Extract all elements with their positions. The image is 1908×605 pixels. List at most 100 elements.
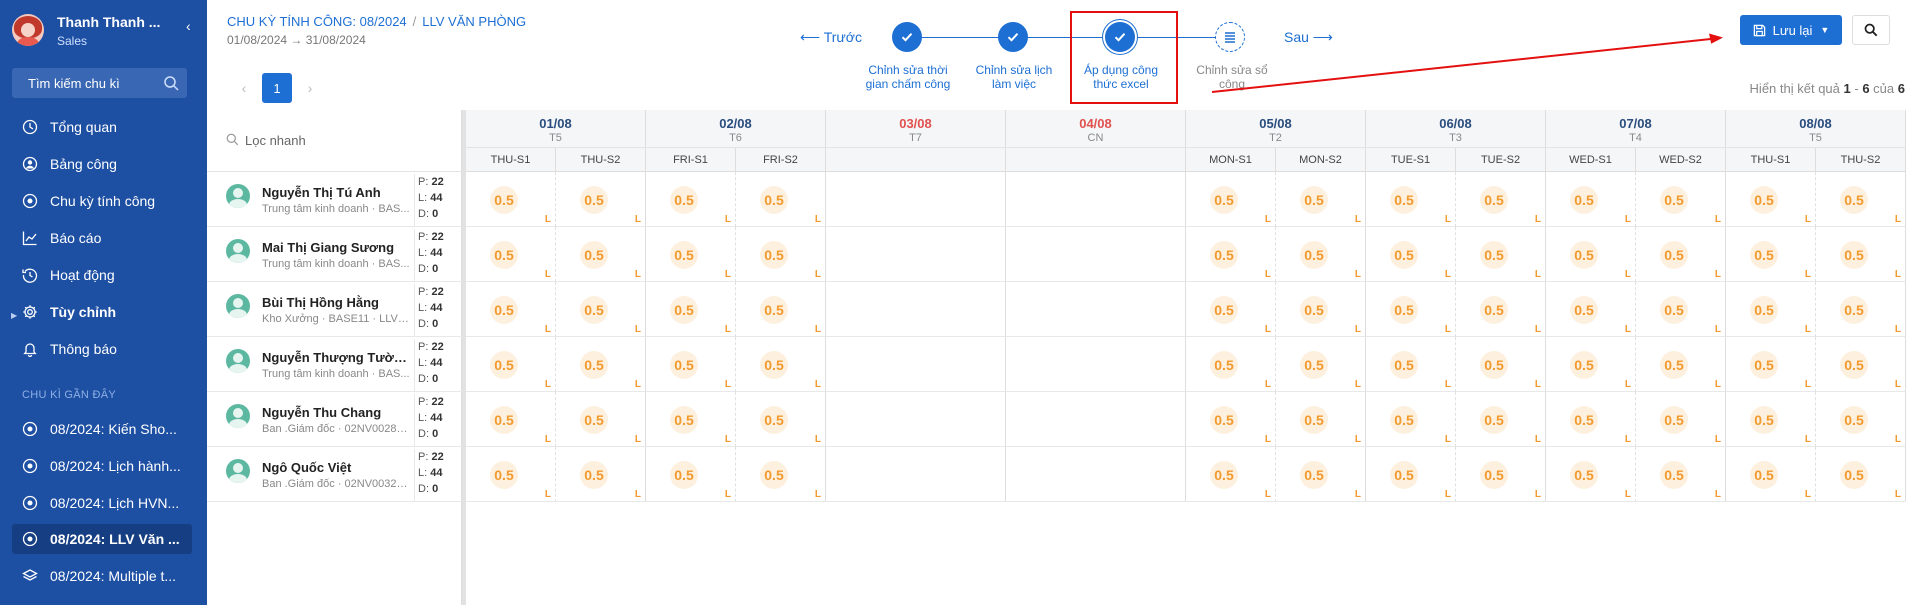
work-value[interactable]: 0.5 bbox=[1300, 296, 1328, 324]
shift-cell[interactable]: 0.5 L bbox=[736, 447, 826, 502]
work-value[interactable]: 0.5 bbox=[580, 406, 608, 434]
shift-cell[interactable]: 0.5 L bbox=[466, 447, 556, 502]
employee-name[interactable]: Ngô Quốc Việt bbox=[262, 460, 412, 475]
day-off-cell[interactable] bbox=[826, 282, 1006, 337]
employee-name[interactable]: Bùi Thị Hồng Hằng bbox=[262, 295, 412, 310]
recent-cycle-item-active[interactable]: 08/2024: LLV Văn ... bbox=[12, 524, 192, 554]
shift-cell[interactable]: 0.5 L bbox=[556, 392, 646, 447]
work-value[interactable]: 0.5 bbox=[1750, 296, 1778, 324]
work-value[interactable]: 0.5 bbox=[1570, 406, 1598, 434]
work-value[interactable]: 0.5 bbox=[490, 461, 518, 489]
work-value[interactable]: 0.5 bbox=[670, 351, 698, 379]
shift-cell[interactable]: 0.5 L bbox=[1366, 447, 1456, 502]
work-value[interactable]: 0.5 bbox=[760, 241, 788, 269]
shift-cell[interactable]: 0.5 L bbox=[646, 282, 736, 337]
day-off-cell[interactable] bbox=[1006, 337, 1186, 392]
shift-cell[interactable]: 0.5 L bbox=[466, 172, 556, 227]
shift-cell[interactable]: 0.5 L bbox=[556, 282, 646, 337]
shift-cell[interactable]: 0.5 L bbox=[1276, 282, 1366, 337]
work-value[interactable]: 0.5 bbox=[490, 241, 518, 269]
shift-cell[interactable]: 0.5 L bbox=[466, 337, 556, 392]
work-value[interactable]: 0.5 bbox=[1570, 296, 1598, 324]
work-value[interactable]: 0.5 bbox=[760, 296, 788, 324]
shift-cell[interactable]: 0.5 L bbox=[736, 282, 826, 337]
breadcrumb-cycle[interactable]: CHU KỲ TÍNH CÔNG: 08/2024 bbox=[227, 14, 407, 29]
work-value[interactable]: 0.5 bbox=[1750, 186, 1778, 214]
shift-cell[interactable]: 0.5 L bbox=[1366, 337, 1456, 392]
shift-cell[interactable]: 0.5 L bbox=[466, 282, 556, 337]
shift-cell[interactable]: 0.5 L bbox=[1546, 172, 1636, 227]
search-button[interactable] bbox=[1852, 15, 1890, 45]
work-value[interactable]: 0.5 bbox=[760, 186, 788, 214]
work-value[interactable]: 0.5 bbox=[1570, 351, 1598, 379]
work-value[interactable]: 0.5 bbox=[1750, 406, 1778, 434]
recent-cycle-item[interactable]: 08/2024: Lịch hành... bbox=[12, 451, 192, 481]
shift-cell[interactable]: 0.5 L bbox=[1816, 172, 1906, 227]
day-off-cell[interactable] bbox=[826, 172, 1006, 227]
shift-cell[interactable]: 0.5 L bbox=[1816, 227, 1906, 282]
shift-cell[interactable]: 0.5 L bbox=[1636, 337, 1726, 392]
shift-cell[interactable]: 0.5 L bbox=[646, 172, 736, 227]
shift-cell[interactable]: 0.5 L bbox=[1636, 282, 1726, 337]
day-off-cell[interactable] bbox=[1006, 282, 1186, 337]
work-value[interactable]: 0.5 bbox=[1210, 296, 1238, 324]
work-value[interactable]: 0.5 bbox=[580, 351, 608, 379]
work-value[interactable]: 0.5 bbox=[490, 186, 518, 214]
shift-cell[interactable]: 0.5 L bbox=[1366, 227, 1456, 282]
employee-row[interactable]: Nguyễn Thượng Tường ... Trung tâm kinh do… bbox=[207, 337, 462, 392]
search-icon[interactable] bbox=[163, 75, 179, 91]
nav-overview[interactable]: Tổng quan bbox=[12, 112, 192, 142]
shift-cell[interactable]: 0.5 L bbox=[1636, 447, 1726, 502]
shift-cell[interactable]: 0.5 L bbox=[646, 447, 736, 502]
work-value[interactable]: 0.5 bbox=[1480, 241, 1508, 269]
nav-reports[interactable]: Báo cáo bbox=[12, 223, 192, 253]
work-value[interactable]: 0.5 bbox=[1840, 351, 1868, 379]
shift-cell[interactable]: 0.5 L bbox=[646, 227, 736, 282]
nav-notifications[interactable]: Thông báo bbox=[12, 334, 192, 364]
shift-cell[interactable]: 0.5 L bbox=[1726, 172, 1816, 227]
shift-cell[interactable]: 0.5 L bbox=[646, 392, 736, 447]
shift-cell[interactable]: 0.5 L bbox=[1816, 282, 1906, 337]
work-value[interactable]: 0.5 bbox=[1570, 186, 1598, 214]
shift-cell[interactable]: 0.5 L bbox=[736, 392, 826, 447]
work-value[interactable]: 0.5 bbox=[1300, 461, 1328, 489]
shift-cell[interactable]: 0.5 L bbox=[466, 227, 556, 282]
employee-row[interactable]: Bùi Thị Hồng Hằng Kho Xưởng · BASE11 · LL… bbox=[207, 282, 462, 337]
work-value[interactable]: 0.5 bbox=[1300, 186, 1328, 214]
user-profile[interactable]: Thanh Thanh ... Sales bbox=[12, 12, 202, 52]
work-value[interactable]: 0.5 bbox=[1300, 241, 1328, 269]
shift-cell[interactable]: 0.5 L bbox=[1186, 282, 1276, 337]
day-off-cell[interactable] bbox=[826, 447, 1006, 502]
work-value[interactable]: 0.5 bbox=[1570, 461, 1598, 489]
work-value[interactable]: 0.5 bbox=[1210, 351, 1238, 379]
shift-cell[interactable]: 0.5 L bbox=[1816, 337, 1906, 392]
shift-cell[interactable]: 0.5 L bbox=[1726, 392, 1816, 447]
work-value[interactable]: 0.5 bbox=[760, 351, 788, 379]
cycle-search-input[interactable] bbox=[12, 68, 157, 98]
employee-name[interactable]: Nguyễn Thu Chang bbox=[262, 405, 412, 420]
employee-row[interactable]: Mai Thị Giang Sương Trung tâm kinh doanh … bbox=[207, 227, 462, 282]
shift-cell[interactable]: 0.5 L bbox=[1276, 337, 1366, 392]
shift-cell[interactable]: 0.5 L bbox=[1726, 282, 1816, 337]
day-off-cell[interactable] bbox=[1006, 392, 1186, 447]
work-value[interactable]: 0.5 bbox=[1660, 406, 1688, 434]
shift-cell[interactable]: 0.5 L bbox=[1456, 227, 1546, 282]
work-value[interactable]: 0.5 bbox=[1750, 241, 1778, 269]
nav-activity[interactable]: Hoạt động bbox=[12, 260, 192, 290]
employee-row[interactable]: Ngô Quốc Việt Ban .Giám đốc · 02NV0032 · … bbox=[207, 447, 462, 502]
work-value[interactable]: 0.5 bbox=[490, 296, 518, 324]
shift-cell[interactable]: 0.5 L bbox=[1546, 447, 1636, 502]
collapse-sidebar-icon[interactable]: ‹ bbox=[186, 18, 191, 34]
work-value[interactable]: 0.5 bbox=[760, 406, 788, 434]
recent-cycle-item[interactable]: 08/2024: Lịch HVN... bbox=[12, 488, 192, 518]
next-page-icon[interactable]: › bbox=[298, 80, 322, 96]
step-prev-button[interactable]: ⟵ Trước bbox=[800, 29, 862, 46]
work-value[interactable]: 0.5 bbox=[580, 296, 608, 324]
shift-cell[interactable]: 0.5 L bbox=[1366, 172, 1456, 227]
employee-row[interactable]: Nguyễn Thu Chang Ban .Giám đốc · 02NV0028… bbox=[207, 392, 462, 447]
work-value[interactable]: 0.5 bbox=[1480, 296, 1508, 324]
work-value[interactable]: 0.5 bbox=[1840, 186, 1868, 214]
work-value[interactable]: 0.5 bbox=[1750, 461, 1778, 489]
work-value[interactable]: 0.5 bbox=[1840, 406, 1868, 434]
work-value[interactable]: 0.5 bbox=[1840, 461, 1868, 489]
